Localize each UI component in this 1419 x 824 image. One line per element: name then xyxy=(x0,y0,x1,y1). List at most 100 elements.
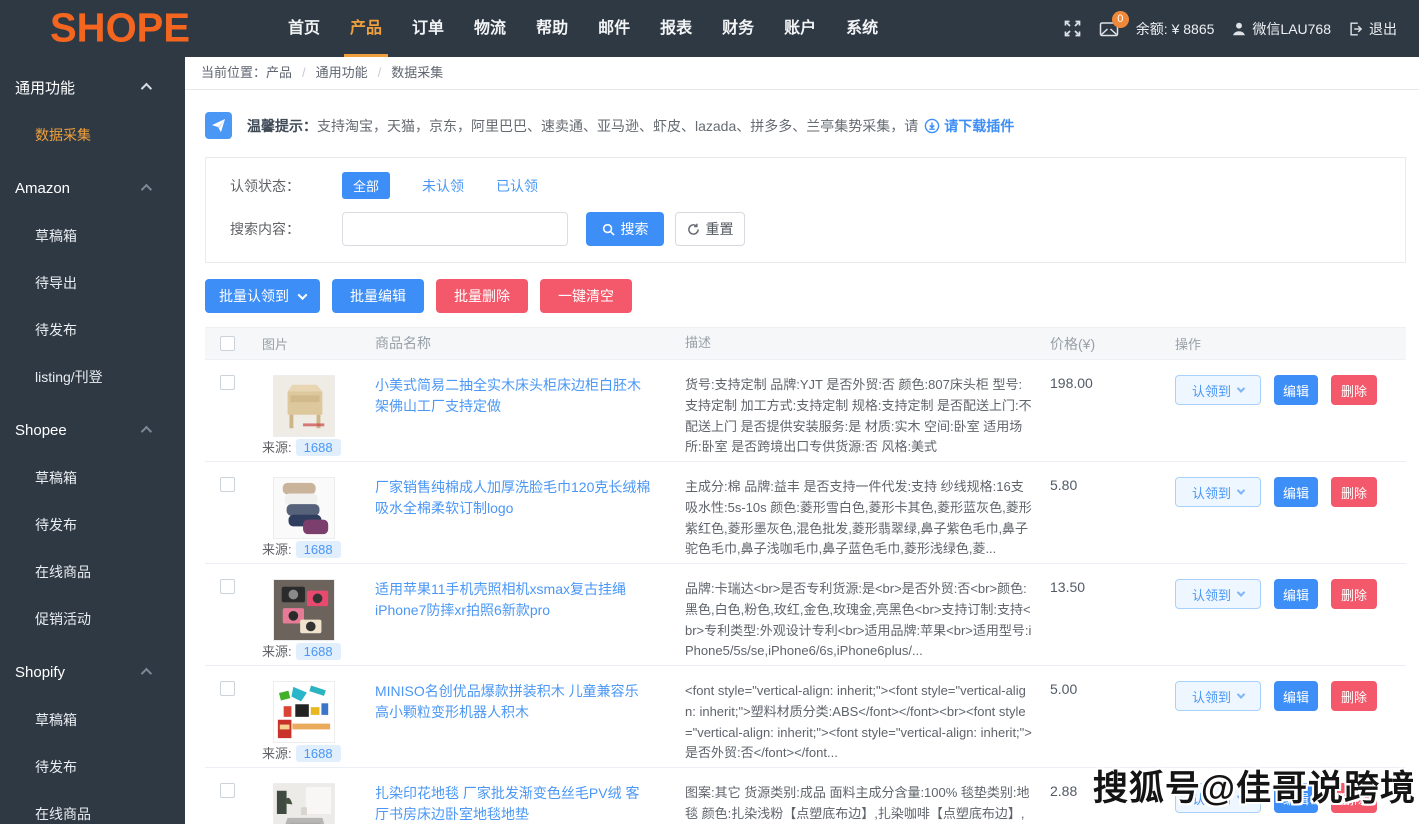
breadcrumb: 当前位置：产品/通用功能/数据采集 xyxy=(185,57,1419,90)
sidebar-group-general[interactable]: 通用功能 xyxy=(0,63,185,111)
chevron-down-icon xyxy=(1237,486,1245,494)
sidebar-group-shopify[interactable]: Shopify xyxy=(0,648,185,696)
nav-item-reports[interactable]: 报表 xyxy=(645,0,707,57)
breadcrumb-item-general[interactable]: 通用功能 xyxy=(316,65,368,80)
nav-item-system[interactable]: 系统 xyxy=(831,0,893,57)
breadcrumb-item-data-collection[interactable]: 数据采集 xyxy=(391,65,443,80)
sidebar-group-shopee[interactable]: Shopee xyxy=(0,406,185,454)
nav-item-help[interactable]: 帮助 xyxy=(521,0,583,57)
claim-dropdown-button[interactable]: 认领到 xyxy=(1175,477,1261,507)
product-price: 5.80 xyxy=(1050,477,1165,563)
delete-button[interactable]: 删除 xyxy=(1331,681,1377,711)
row-checkbox[interactable] xyxy=(220,783,235,798)
batch-actions: 批量认领到 批量编辑 批量删除 一键清空 xyxy=(205,279,1406,313)
nav-item-orders[interactable]: 订单 xyxy=(397,0,459,57)
header-name: 商品名称 xyxy=(375,333,685,354)
sidebar-item-shopee-drafts[interactable]: 草稿箱 xyxy=(0,454,185,501)
delete-button[interactable]: 删除 xyxy=(1331,579,1377,609)
status-option-unclaimed[interactable]: 未认领 xyxy=(422,176,464,196)
fullscreen-icon[interactable] xyxy=(1063,19,1082,38)
product-name-link[interactable]: 扎染印花地毯 厂家批发渐变色丝毛PV绒 客厅书房床边卧室地毯地垫 xyxy=(375,783,685,824)
reset-button[interactable]: 重置 xyxy=(675,212,745,246)
row-checkbox[interactable] xyxy=(220,477,235,492)
search-row: 搜索内容： 搜索 重置 xyxy=(206,212,1405,246)
nav-item-home[interactable]: 首页 xyxy=(273,0,335,57)
breadcrumb-separator: / xyxy=(378,65,382,80)
claim-status-label: 认领状态： xyxy=(230,176,318,196)
sidebar-item-amazon-drafts[interactable]: 草稿箱 xyxy=(0,212,185,259)
download-plugin-link[interactable]: 请下载插件 xyxy=(944,116,1014,136)
product-image[interactable] xyxy=(273,477,335,539)
download-icon xyxy=(924,118,940,134)
source-badge[interactable]: 1688 xyxy=(296,745,341,762)
sidebar-item-shopee-to-publish[interactable]: 待发布 xyxy=(0,501,185,548)
product-name-link[interactable]: 厂家销售纯棉成人加厚洗脸毛巾120克长绒棉吸水全棉柔软订制logo xyxy=(375,477,685,563)
source-label: 来源: xyxy=(262,746,292,761)
sidebar-item-shopee-online[interactable]: 在线商品 xyxy=(0,548,185,595)
paper-plane-icon xyxy=(205,112,232,139)
sidebar: 通用功能 数据采集 Amazon 草稿箱 待导出 待发布 listing/刊登 … xyxy=(0,57,185,824)
clear-all-button[interactable]: 一键清空 xyxy=(540,279,632,313)
logout-button[interactable]: 退出 xyxy=(1348,19,1397,39)
edit-button[interactable]: 编辑 xyxy=(1274,681,1318,711)
delete-button[interactable]: 删除 xyxy=(1331,783,1377,813)
status-option-all[interactable]: 全部 xyxy=(342,172,390,199)
sidebar-group-label: Shopee xyxy=(15,422,67,439)
delete-button[interactable]: 删除 xyxy=(1331,477,1377,507)
product-description: <font style="vertical-align: inherit;"><… xyxy=(685,681,1050,767)
product-image[interactable] xyxy=(273,783,335,824)
status-option-claimed[interactable]: 已认领 xyxy=(496,176,538,196)
breadcrumb-item-products[interactable]: 产品 xyxy=(266,65,292,80)
sidebar-group-amazon[interactable]: Amazon xyxy=(0,164,185,212)
claim-label: 认领到 xyxy=(1192,585,1231,604)
source-badge[interactable]: 1688 xyxy=(296,541,341,558)
edit-button[interactable]: 编辑 xyxy=(1274,579,1318,609)
product-image[interactable] xyxy=(273,375,335,437)
sidebar-item-amazon-to-export[interactable]: 待导出 xyxy=(0,259,185,306)
nav-item-account[interactable]: 账户 xyxy=(769,0,831,57)
search-input[interactable] xyxy=(342,212,568,246)
sidebar-item-data-collection[interactable]: 数据采集 xyxy=(0,111,185,158)
row-checkbox[interactable] xyxy=(220,681,235,696)
claim-dropdown-button[interactable]: 认领到 xyxy=(1175,783,1261,813)
source-badge[interactable]: 1688 xyxy=(296,439,341,456)
claim-dropdown-button[interactable]: 认领到 xyxy=(1175,681,1261,711)
batch-delete-button[interactable]: 批量删除 xyxy=(436,279,528,313)
batch-edit-button[interactable]: 批量编辑 xyxy=(332,279,424,313)
claim-dropdown-button[interactable]: 认领到 xyxy=(1175,579,1261,609)
sidebar-item-shopify-drafts[interactable]: 草稿箱 xyxy=(0,696,185,743)
sidebar-item-shopify-online[interactable]: 在线商品 xyxy=(0,790,185,824)
nav-item-logistics[interactable]: 物流 xyxy=(459,0,521,57)
product-image[interactable] xyxy=(273,579,335,641)
source-badge[interactable]: 1688 xyxy=(296,643,341,660)
product-name-link[interactable]: MINISO名创优品爆款拼装积木 儿童兼容乐高小颗粒变形机器人积木 xyxy=(375,681,685,767)
nav-item-mail[interactable]: 邮件 xyxy=(583,0,645,57)
product-description: 主成分:棉 品牌:益丰 是否支持一件代发:支持 纱线规格:16支 吸水性:5s-… xyxy=(685,477,1050,563)
sidebar-item-shopee-promotions[interactable]: 促销活动 xyxy=(0,595,185,642)
sidebar-item-amazon-to-publish[interactable]: 待发布 xyxy=(0,306,185,353)
product-name-link[interactable]: 小美式简易二抽全实木床头柜床边柜白胚木架佛山工厂支持定做 xyxy=(375,375,685,461)
product-image[interactable] xyxy=(273,681,335,743)
batch-claim-button[interactable]: 批量认领到 xyxy=(205,279,320,313)
source-label: 来源: xyxy=(262,440,292,455)
sidebar-item-shopify-to-publish[interactable]: 待发布 xyxy=(0,743,185,790)
breadcrumb-separator: / xyxy=(302,65,306,80)
user-menu[interactable]: 微信LAU768 xyxy=(1231,19,1331,39)
row-checkbox[interactable] xyxy=(220,375,235,390)
delete-button[interactable]: 删除 xyxy=(1331,375,1377,405)
claim-dropdown-button[interactable]: 认领到 xyxy=(1175,375,1261,405)
search-button-label: 搜索 xyxy=(621,219,649,239)
mail-icon[interactable]: 0 xyxy=(1099,20,1119,38)
header-price: 价格(¥) xyxy=(1050,334,1165,354)
edit-button[interactable]: 编辑 xyxy=(1274,783,1318,813)
sidebar-item-amazon-listing[interactable]: listing/刊登 xyxy=(0,353,185,400)
edit-button[interactable]: 编辑 xyxy=(1274,375,1318,405)
select-all-checkbox[interactable] xyxy=(220,336,235,351)
nav-item-finance[interactable]: 财务 xyxy=(707,0,769,57)
nav-item-products[interactable]: 产品 xyxy=(335,0,397,57)
edit-button[interactable]: 编辑 xyxy=(1274,477,1318,507)
notice-text: 支持淘宝，天猫，京东，阿里巴巴、速卖通、亚马逊、虾皮、lazada、拼多多、兰亭… xyxy=(317,116,918,136)
search-button[interactable]: 搜索 xyxy=(586,212,664,246)
product-name-link[interactable]: 适用苹果11手机壳照相机xsmax复古挂绳iPhone7防摔xr拍照6新款pro xyxy=(375,579,685,665)
row-checkbox[interactable] xyxy=(220,579,235,594)
